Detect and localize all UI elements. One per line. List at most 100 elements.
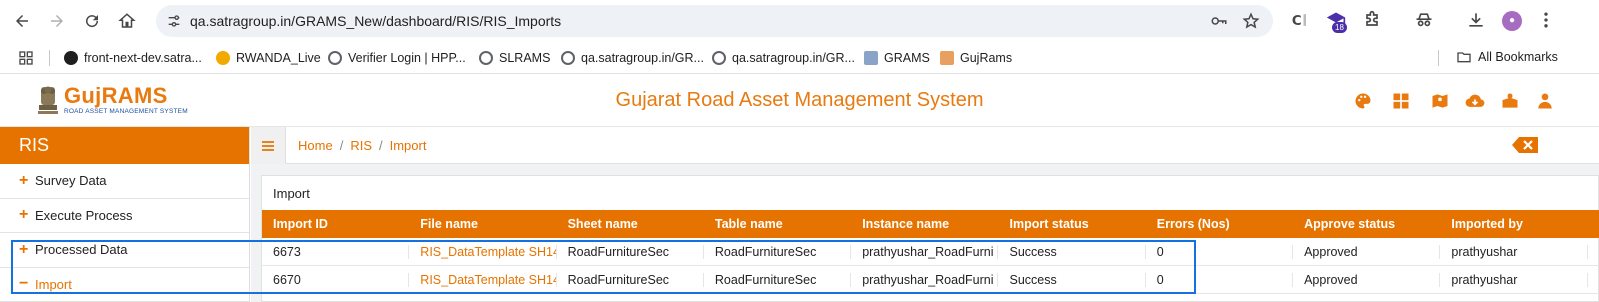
sidebar: RIS + Survey Data + Execute Process + Pr… xyxy=(0,127,250,302)
address-bar[interactable]: qa.satragroup.in/GRAMS_New/dashboard/RIS… xyxy=(156,5,1273,37)
bookmarks-bar: front-next-dev.satra... RWANDA_Live Veri… xyxy=(0,42,1599,74)
sidebar-item-label: Survey Data xyxy=(35,173,107,189)
column-header[interactable]: Sheet name xyxy=(557,217,704,231)
bookmark-label: RWANDA_Live xyxy=(236,51,321,65)
sidebar-title: RIS xyxy=(0,127,249,164)
bookmark-item[interactable]: Verifier Login | HPP... xyxy=(328,49,466,67)
bookmark-label: GujRams xyxy=(960,51,1013,65)
bookmark-item[interactable]: GRAMS xyxy=(864,49,930,67)
forward-icon[interactable] xyxy=(44,8,70,34)
breadcrumb-import: Import xyxy=(389,138,427,153)
breadcrumb-bar: Home / RIS / Import xyxy=(251,127,1599,164)
cell-errors: 0 xyxy=(1146,272,1294,287)
breadcrumb-ris[interactable]: RIS xyxy=(350,138,372,153)
extensions-puzzle-icon[interactable] xyxy=(1362,10,1382,30)
bookmark-separator xyxy=(49,50,50,66)
svg-text:C: C xyxy=(1292,14,1302,29)
column-header[interactable]: Errors (Nos) xyxy=(1146,217,1293,231)
cell-approve-status: Approved xyxy=(1293,244,1441,259)
cell-file-name-link[interactable]: RIS_DataTemplate SH14 xyxy=(409,272,557,287)
bookmark-label: qa.satragroup.in/GR... xyxy=(732,51,855,65)
bookmark-item[interactable]: RWANDA_Live xyxy=(216,49,321,67)
user-icon[interactable] xyxy=(1535,91,1555,111)
extension-badge: 18 xyxy=(1332,22,1347,33)
bookmark-star-icon[interactable] xyxy=(1242,12,1260,30)
cell-table-name: RoadFurnitureSec xyxy=(704,272,852,287)
table-row[interactable]: 6673 RIS_DataTemplate SH14 RoadFurniture… xyxy=(262,238,1599,266)
extension-ci-icon[interactable]: C xyxy=(1291,10,1311,30)
cell-errors: 0 xyxy=(1146,244,1294,259)
password-key-icon[interactable] xyxy=(1210,12,1228,30)
sidebar-item-label: Processed Data xyxy=(35,242,128,258)
site-info-icon[interactable] xyxy=(166,13,182,29)
bookmark-label: GRAMS xyxy=(884,51,930,65)
collapse-minus-icon: − xyxy=(19,275,29,293)
profile-avatar[interactable]: ● xyxy=(1502,11,1522,31)
column-header[interactable]: File name xyxy=(409,217,556,231)
all-bookmarks-button[interactable]: All Bookmarks xyxy=(1456,49,1558,65)
backspace-close-icon[interactable] xyxy=(1511,136,1539,154)
cell-import-status: Success xyxy=(998,272,1146,287)
main-content: Home / RIS / Import Import Import ID File na… xyxy=(251,127,1599,302)
hamburger-menu-icon[interactable] xyxy=(251,127,286,164)
bookmark-favicon-icon xyxy=(216,51,230,65)
more-menu-icon[interactable] xyxy=(1536,10,1556,30)
reload-icon[interactable] xyxy=(79,8,105,34)
table-row[interactable]: 6670 RIS_DataTemplate SH14 RoadFurniture… xyxy=(262,266,1599,294)
cell-approve-status: Approved xyxy=(1293,272,1441,287)
incognito-icon[interactable] xyxy=(1414,10,1434,30)
import-panel: Import Import ID File name Sheet name Ta… xyxy=(261,175,1599,302)
column-header[interactable]: Approve status xyxy=(1293,217,1440,231)
bookmark-label: front-next-dev.satra... xyxy=(84,51,202,65)
bookmark-favicon-icon xyxy=(479,51,493,65)
table-body: 6673 RIS_DataTemplate SH14 RoadFurniture… xyxy=(262,238,1599,294)
cell-sheet-name: RoadFurnitureSec xyxy=(557,244,704,259)
expand-plus-icon: + xyxy=(19,171,29,189)
bookmark-favicon-icon xyxy=(64,51,78,65)
sidebar-item-import[interactable]: − Import xyxy=(0,268,249,302)
palette-icon[interactable] xyxy=(1353,91,1373,111)
dashboard-grid-icon[interactable] xyxy=(1391,91,1411,111)
bookmark-item[interactable]: front-next-dev.satra... xyxy=(64,49,202,67)
cell-sheet-name: RoadFurnitureSec xyxy=(557,272,704,287)
cell-table-name: RoadFurnitureSec xyxy=(704,244,852,259)
breadcrumb-home[interactable]: Home xyxy=(298,138,333,153)
home-icon[interactable] xyxy=(114,8,140,34)
bookmark-label: SLRAMS xyxy=(499,51,551,65)
column-header[interactable]: Import ID xyxy=(262,217,409,231)
bookmark-item[interactable]: SLRAMS xyxy=(479,49,550,67)
bookmark-favicon-icon xyxy=(561,51,575,65)
cell-import-status: Success xyxy=(998,244,1146,259)
bookmark-favicon-icon xyxy=(940,51,954,65)
expand-plus-icon: + xyxy=(19,206,29,224)
sidebar-item-survey-data[interactable]: + Survey Data xyxy=(0,164,249,199)
sidebar-item-label: Execute Process xyxy=(35,207,133,223)
all-bookmarks-label: All Bookmarks xyxy=(1478,50,1558,64)
back-icon[interactable] xyxy=(9,8,35,34)
bookmark-favicon-icon xyxy=(864,51,878,65)
bookmark-separator xyxy=(1438,50,1439,66)
apps-grid-icon[interactable] xyxy=(18,50,34,66)
sidebar-item-execute-process[interactable]: + Execute Process xyxy=(0,199,249,233)
bookmark-item[interactable]: qa.satragroup.in/GR... xyxy=(712,49,855,67)
breadcrumb: Home / RIS / Import xyxy=(298,138,427,153)
cell-imported-by: prathyushar xyxy=(1440,272,1588,287)
column-header[interactable]: Table name xyxy=(704,217,851,231)
box-open-icon[interactable] xyxy=(1500,91,1520,111)
column-header[interactable]: Imported by xyxy=(1440,217,1587,231)
bookmark-item[interactable]: qa.satragroup.in/GR... xyxy=(561,49,704,67)
table-header-row: Import ID File name Sheet name Table nam… xyxy=(262,210,1599,238)
bookmark-label: Verifier Login | HPP... xyxy=(348,51,466,65)
column-header[interactable]: Instance name xyxy=(851,217,998,231)
url-text: qa.satragroup.in/GRAMS_New/dashboard/RIS… xyxy=(190,13,562,29)
sidebar-item-processed-data[interactable]: + Processed Data xyxy=(0,233,249,268)
cell-instance-name: prathyushar_RoadFurni xyxy=(851,272,999,287)
cell-file-name-link[interactable]: RIS_DataTemplate SH14 xyxy=(409,244,557,259)
column-header[interactable]: Import status xyxy=(998,217,1145,231)
cell-instance-name: prathyushar_RoadFurni xyxy=(851,244,999,259)
cloud-download-icon[interactable] xyxy=(1465,91,1485,111)
download-icon[interactable] xyxy=(1466,10,1486,30)
folder-icon xyxy=(1457,52,1471,63)
bookmark-item[interactable]: GujRams xyxy=(940,49,1012,67)
map-icon[interactable] xyxy=(1430,91,1450,111)
